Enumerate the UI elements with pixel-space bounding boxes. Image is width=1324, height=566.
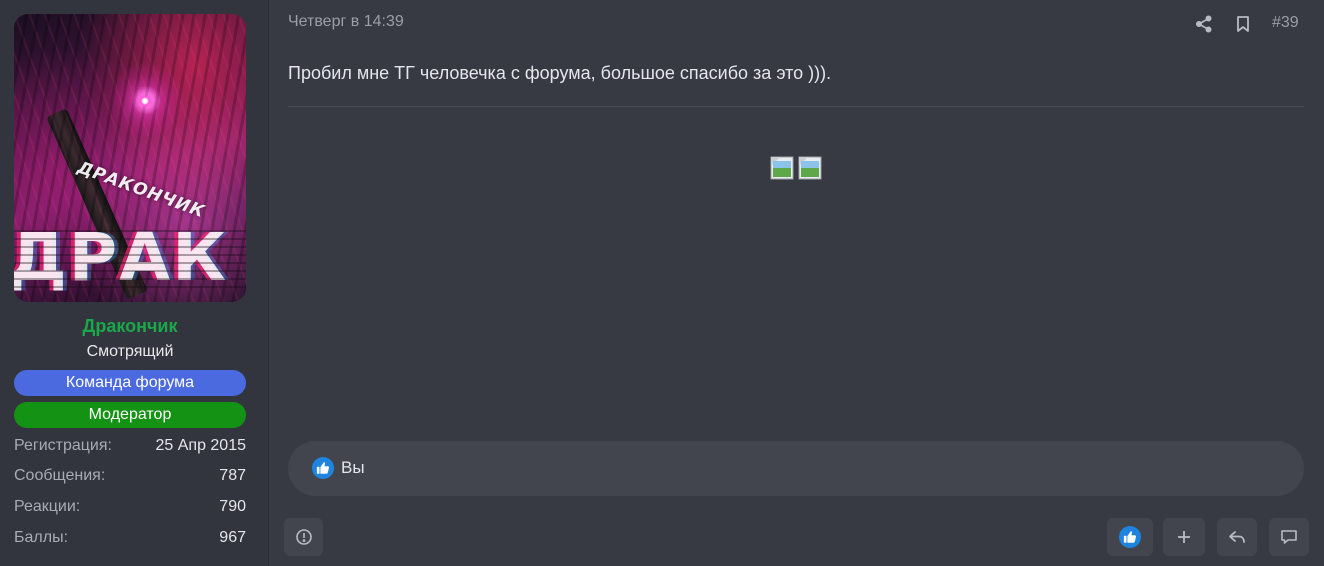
- broken-image-icon[interactable]: [770, 156, 794, 180]
- stat-value[interactable]: 967: [219, 527, 246, 549]
- reactions-list[interactable]: Вы: [341, 458, 365, 478]
- reply-icon: [1229, 531, 1245, 543]
- thumbs-up-icon: [1119, 526, 1141, 548]
- post-message: Пробил мне ТГ человечка с форума, большо…: [288, 63, 832, 83]
- avatar-glitch-lines: [14, 224, 246, 294]
- stat-label: Баллы:: [14, 529, 69, 546]
- user-avatar[interactable]: ДРАКОНЧИК ДРАК: [14, 14, 246, 302]
- user-card: ДРАКОНЧИК ДРАК Дракончик Смотрящий Коман…: [0, 0, 269, 566]
- thumbs-up-icon: [312, 457, 334, 479]
- stat-value[interactable]: 787: [219, 465, 246, 487]
- reactions-bar[interactable]: [288, 441, 1304, 496]
- report-icon: [295, 529, 312, 545]
- post-number[interactable]: #39: [1272, 14, 1299, 32]
- comment-button[interactable]: [1269, 518, 1309, 556]
- stat-label: Сообщения:: [14, 467, 106, 484]
- stat-points: Баллы: 967: [14, 527, 246, 549]
- broken-image-icon[interactable]: [798, 156, 822, 180]
- stat-label: Реакции:: [14, 498, 81, 515]
- plus-icon: [1178, 531, 1190, 543]
- add-reaction-button[interactable]: [1163, 518, 1205, 556]
- banner-team: Команда форума: [14, 370, 246, 396]
- user-title: Смотрящий: [86, 343, 174, 360]
- stat-value: 790: [219, 498, 246, 515]
- stat-reactions: Реакции: 790: [14, 496, 246, 518]
- avatar-eye-glow: [138, 94, 152, 108]
- stat-label: Регистрация:: [14, 437, 112, 454]
- stat-messages: Сообщения: 787: [14, 465, 246, 487]
- stat-value: 25 Апр 2015: [155, 437, 246, 454]
- post-date[interactable]: Четверг в 14:39: [288, 13, 404, 31]
- like-button[interactable]: [1107, 518, 1153, 556]
- report-button[interactable]: [284, 518, 323, 556]
- banner-moderator: Модератор: [14, 402, 246, 428]
- bookmark-icon[interactable]: [1233, 14, 1253, 34]
- divider: [288, 106, 1304, 107]
- reply-button[interactable]: [1217, 518, 1257, 556]
- share-icon[interactable]: [1194, 14, 1214, 34]
- comment-icon: [1281, 530, 1297, 544]
- stat-registration: Регистрация: 25 Апр 2015: [14, 435, 246, 457]
- username[interactable]: Дракончик: [0, 316, 260, 337]
